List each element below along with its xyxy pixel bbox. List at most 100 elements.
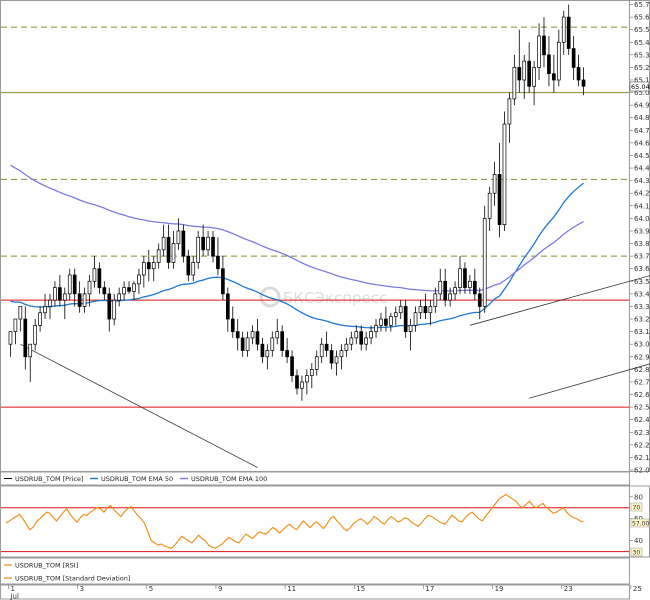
price-tick-label: 63.5 — [634, 278, 650, 286]
candle-body — [487, 192, 492, 219]
candle-body — [374, 324, 378, 332]
candle-body — [354, 331, 359, 339]
chart-stage: БКСЭкспресс 62.0 62.1 62.2 62.3 62.4 62.5 62.6… — [0, 0, 650, 600]
candle-body — [260, 343, 265, 358]
price-tick-label: 65.3 — [634, 51, 650, 59]
legend-label-ema100: USDRUB_TOM EMA 100 — [191, 475, 267, 483]
price-legend: USDRUB_TOM [Price] USDRUB_TOM EMA 50 USD… — [4, 475, 267, 483]
candle-body — [319, 343, 324, 358]
price-tick-label: 62.6 — [634, 391, 650, 399]
candle-body — [458, 268, 462, 288]
candle-body — [285, 350, 289, 358]
candle-body — [171, 243, 176, 263]
candle-body — [48, 299, 52, 307]
time-tick-label: 23 — [564, 585, 573, 593]
candle-body — [403, 306, 408, 332]
candle-body — [270, 337, 275, 351]
candle-body — [245, 337, 250, 351]
price-tick-label: 62.9 — [634, 353, 650, 361]
candle-body — [433, 293, 438, 307]
candle-body — [552, 73, 556, 81]
price-tick-label: 64.6 — [634, 139, 650, 147]
price-tick-label: 63.0 — [634, 341, 650, 349]
candle-body — [448, 293, 452, 301]
candle-body — [18, 306, 23, 320]
candle-body — [255, 331, 260, 345]
candle-body — [556, 41, 561, 81]
candle-body — [413, 312, 418, 326]
candle-body — [443, 280, 448, 301]
candle-body — [497, 174, 502, 226]
candle-body — [13, 318, 18, 332]
candle-body — [389, 316, 393, 326]
price-tick-label: 63.8 — [634, 240, 650, 248]
price-tick-label: 63.7 — [634, 253, 650, 261]
candle-body — [309, 369, 314, 376]
price-tick-label: 64.8 — [634, 114, 650, 122]
candle-body — [43, 306, 47, 314]
candle-body — [408, 324, 413, 332]
candle-body — [97, 268, 102, 288]
price-tick-label: 64.3 — [634, 177, 650, 185]
candle-body — [324, 343, 329, 351]
candle-body — [240, 337, 245, 351]
candle-body — [349, 337, 354, 345]
candle-body — [472, 280, 477, 295]
legend-label-rsi: USDRUB_TOM [RSI] — [15, 562, 78, 570]
candle-body — [216, 255, 220, 270]
candle-body — [275, 331, 280, 339]
time-tick-label: 5 — [149, 585, 153, 593]
candle-body — [33, 324, 38, 345]
candle-body — [53, 287, 57, 301]
candle-body — [166, 236, 171, 263]
candle-body — [265, 350, 270, 358]
candle-body — [359, 331, 364, 345]
last-price-marker: 65.045 — [629, 81, 650, 92]
candle-body — [211, 236, 215, 257]
price-tick-label: 64.0 — [634, 215, 650, 223]
time-tick-label: 25 — [633, 585, 642, 593]
time-tick-label: 17 — [425, 585, 434, 593]
candle-body — [300, 381, 304, 389]
candle-body — [137, 274, 141, 285]
candle-body — [72, 274, 77, 295]
candle-body — [581, 79, 586, 87]
candle-body — [196, 236, 201, 263]
candle-body — [58, 287, 62, 301]
price-tick-label: 64.5 — [634, 152, 650, 160]
candle-body — [38, 312, 42, 326]
candle-body — [142, 262, 146, 276]
legend-label-price: USDRUB_TOM [Price] — [15, 475, 84, 483]
candle-body — [82, 293, 87, 307]
time-tick-label: 3 — [80, 585, 84, 593]
candle-body — [112, 299, 117, 320]
candle-body — [379, 318, 383, 326]
candle-body — [305, 375, 309, 383]
candle-body — [314, 356, 319, 370]
candle-body — [384, 318, 388, 326]
candle-body — [87, 280, 92, 295]
time-tick-label: 9 — [218, 585, 222, 593]
candle-body — [423, 306, 428, 314]
price-tick-label: 63.4 — [634, 290, 650, 298]
price-tick-label: 64.2 — [634, 190, 650, 198]
candle-body — [181, 230, 186, 257]
candle-body — [77, 293, 82, 307]
candle-body — [127, 287, 131, 292]
candle-body — [512, 67, 517, 100]
candle-body — [334, 356, 339, 364]
candle-body — [225, 293, 230, 320]
price-tick-label: 64.4 — [634, 165, 650, 173]
candle-body — [566, 16, 571, 49]
price-tick-label: 65.2 — [634, 64, 650, 72]
price-tick-label: 65.5 — [634, 26, 650, 34]
candle-body — [176, 230, 181, 244]
time-month-label: Jul — [9, 593, 19, 600]
candle-body — [532, 67, 536, 87]
candle-body — [8, 331, 13, 345]
price-tick-label: 63.3 — [634, 303, 650, 311]
candle-body — [250, 331, 255, 339]
candle-body — [122, 287, 126, 295]
candle-body — [62, 293, 67, 301]
candle-body — [482, 218, 487, 307]
